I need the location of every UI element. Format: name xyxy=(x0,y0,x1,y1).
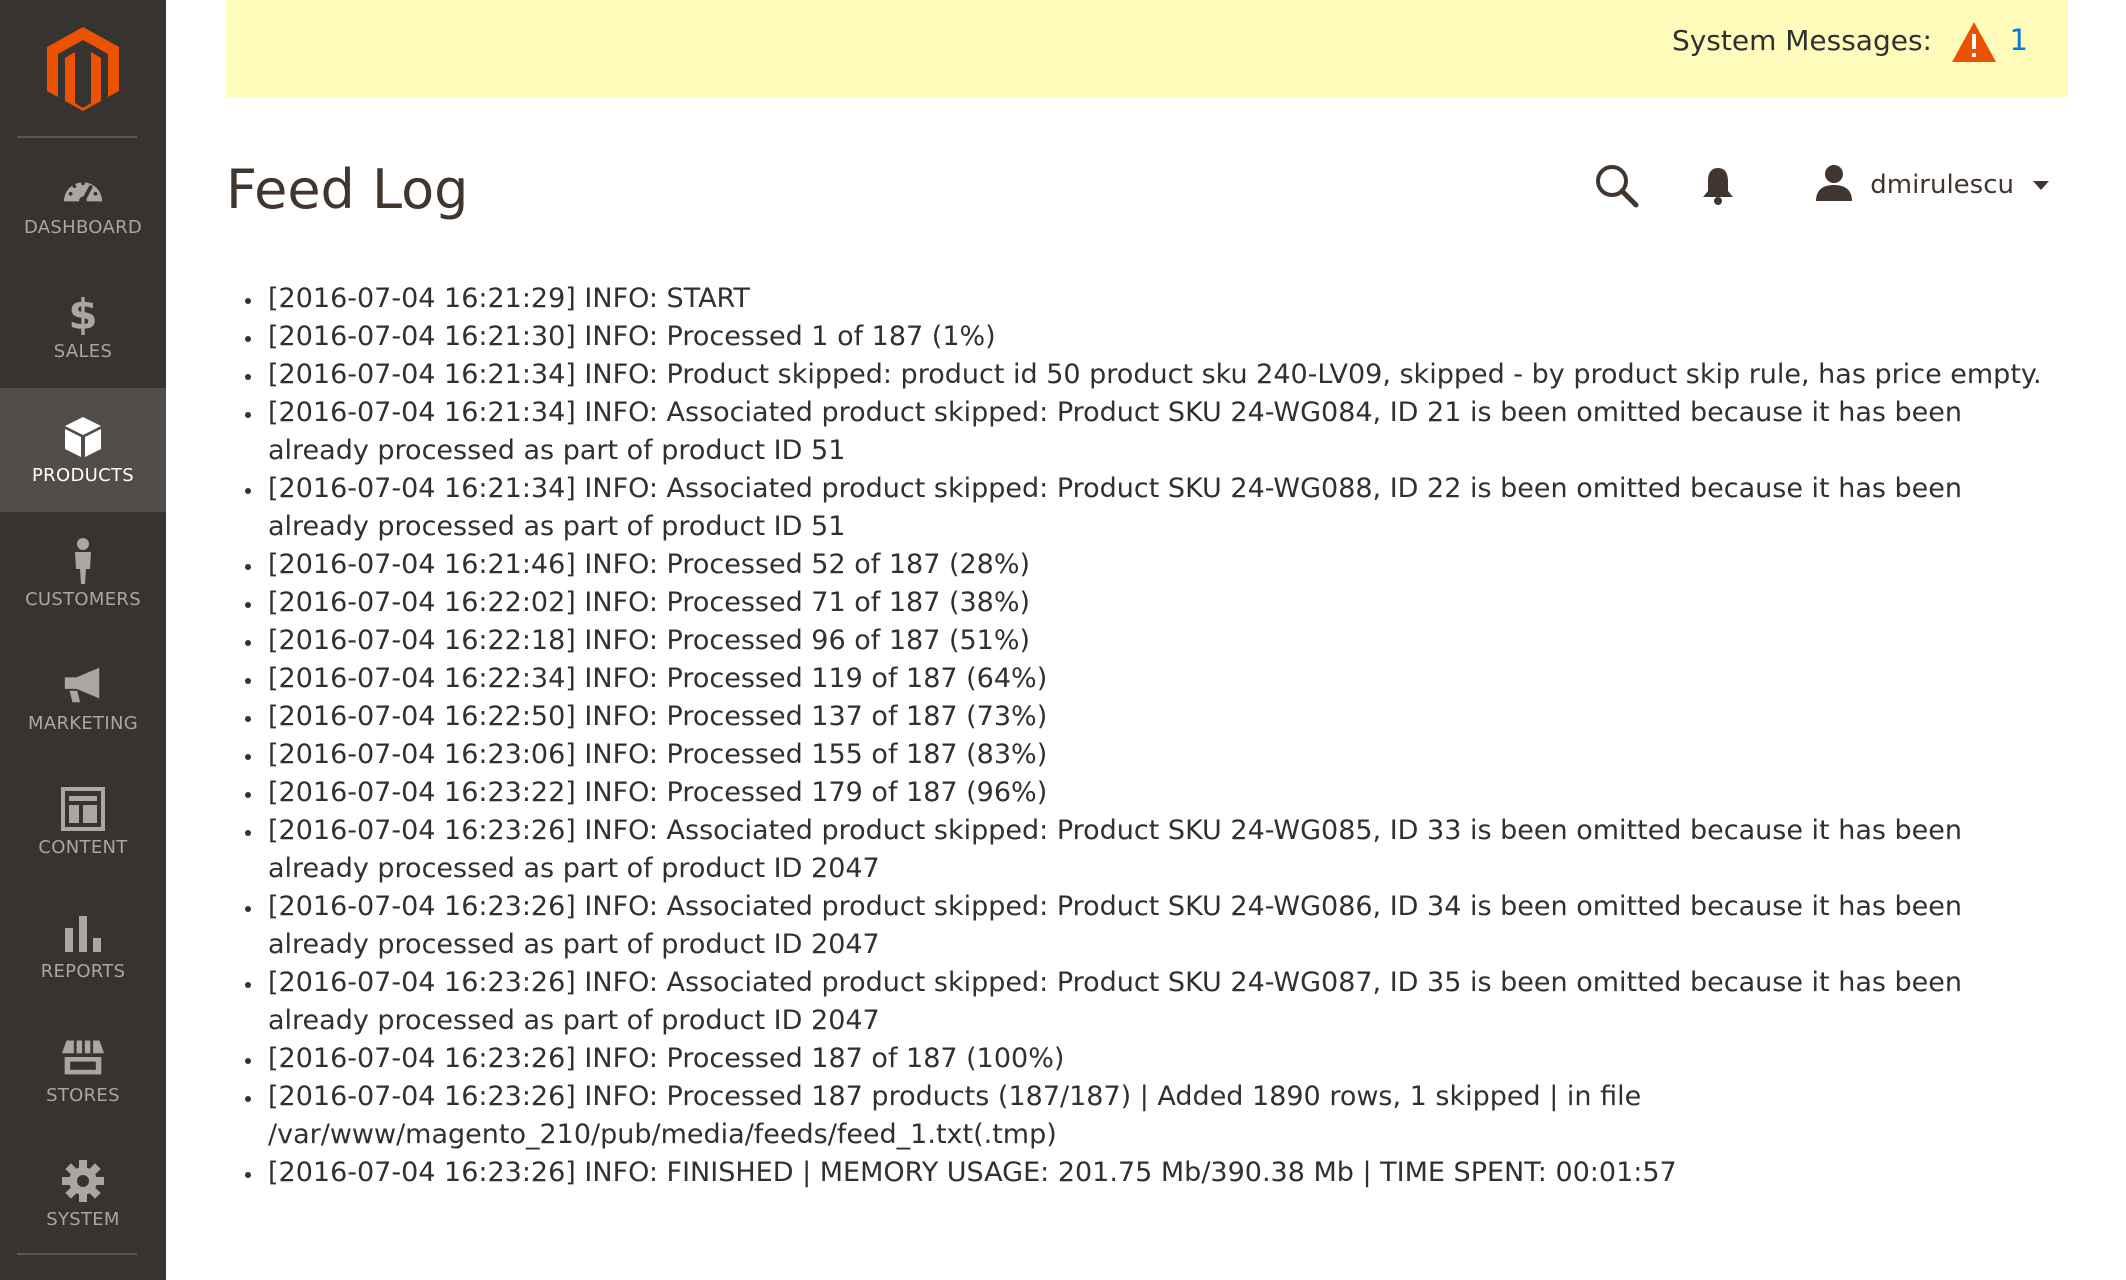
sidebar-item-sales[interactable]: $ SALES xyxy=(0,264,166,388)
log-entry: [2016-07-04 16:23:26] INFO: Processed 18… xyxy=(264,1040,2044,1078)
sidebar-item-products[interactable]: PRODUCTS xyxy=(0,388,166,512)
sidebar-item-label: CUSTOMERS xyxy=(25,588,141,610)
system-messages-count[interactable]: 1 xyxy=(2010,23,2028,57)
chevron-down-icon xyxy=(2032,176,2050,195)
sidebar-divider xyxy=(17,1253,137,1255)
log-entry: [2016-07-04 16:22:18] INFO: Processed 96… xyxy=(264,622,2044,660)
log-entry: [2016-07-04 16:21:46] INFO: Processed 52… xyxy=(264,546,2044,584)
megaphone-icon xyxy=(61,663,105,707)
sidebar-item-label: MARKETING xyxy=(28,712,138,734)
log-entry: [2016-07-04 16:21:34] INFO: Associated p… xyxy=(264,394,2044,470)
log-entry: [2016-07-04 16:23:26] INFO: Associated p… xyxy=(264,812,2044,888)
magento-logo-icon xyxy=(47,26,119,111)
sidebar-item-reports[interactable]: REPORTS xyxy=(0,884,166,1008)
user-icon xyxy=(1814,163,1854,207)
admin-sidebar: DASHBOARD $ SALES PRODUCTS CUSTOMERS MAR… xyxy=(0,0,166,1280)
sidebar-item-system[interactable]: SYSTEM xyxy=(0,1132,166,1256)
log-entry: [2016-07-04 16:23:26] INFO: Associated p… xyxy=(264,888,2044,964)
page-title: Feed Log xyxy=(226,158,469,221)
log-entry: [2016-07-04 16:21:34] INFO: Product skip… xyxy=(264,356,2044,394)
sidebar-item-label: STORES xyxy=(46,1084,120,1106)
cube-icon xyxy=(61,415,105,459)
gear-icon xyxy=(61,1159,105,1203)
system-messages-label: System Messages: xyxy=(1671,24,1932,57)
search-icon[interactable] xyxy=(1590,159,1642,211)
storefront-icon xyxy=(61,1035,105,1079)
log-entry: [2016-07-04 16:21:29] INFO: START xyxy=(264,280,2044,318)
sidebar-item-content[interactable]: CONTENT xyxy=(0,760,166,884)
log-entry: [2016-07-04 16:23:22] INFO: Processed 17… xyxy=(264,774,2044,812)
magento-logo[interactable] xyxy=(0,0,166,137)
header-actions: dmirulescu xyxy=(1590,158,2050,212)
dollar-icon: $ xyxy=(61,291,105,335)
dashboard-icon xyxy=(61,167,105,211)
svg-text:$: $ xyxy=(68,291,97,335)
sidebar-item-label: CONTENT xyxy=(38,836,128,858)
sidebar-item-label: PRODUCTS xyxy=(32,464,134,486)
log-entry: [2016-07-04 16:23:26] INFO: FINISHED | M… xyxy=(264,1154,2044,1192)
log-entry: [2016-07-04 16:23:26] INFO: Associated p… xyxy=(264,964,2044,1040)
warning-icon[interactable] xyxy=(1950,20,1998,64)
log-entry: [2016-07-04 16:23:26] INFO: Processed 18… xyxy=(264,1078,2044,1154)
sidebar-item-stores[interactable]: STORES xyxy=(0,1008,166,1132)
sidebar-nav: DASHBOARD $ SALES PRODUCTS CUSTOMERS MAR… xyxy=(0,140,166,1256)
user-name: dmirulescu xyxy=(1870,170,2014,200)
person-icon xyxy=(61,537,105,584)
log-entry: [2016-07-04 16:23:06] INFO: Processed 15… xyxy=(264,736,2044,774)
layout-icon xyxy=(61,786,105,831)
log-entry: [2016-07-04 16:21:34] INFO: Associated p… xyxy=(264,470,2044,546)
sidebar-item-label: DASHBOARD xyxy=(23,216,143,238)
feed-log-list: [2016-07-04 16:21:29] INFO: START [2016-… xyxy=(226,280,2044,1192)
sidebar-item-label: SALES xyxy=(53,340,113,362)
bar-chart-icon xyxy=(61,911,105,955)
log-entry: [2016-07-04 16:22:34] INFO: Processed 11… xyxy=(264,660,2044,698)
sidebar-item-dashboard[interactable]: DASHBOARD xyxy=(0,140,166,264)
user-menu[interactable]: dmirulescu xyxy=(1814,163,2050,207)
sidebar-item-label: SYSTEM xyxy=(46,1208,120,1230)
log-entry: [2016-07-04 16:22:02] INFO: Processed 71… xyxy=(264,584,2044,622)
log-entry: [2016-07-04 16:21:30] INFO: Processed 1 … xyxy=(264,318,2044,356)
sidebar-item-label: REPORTS xyxy=(40,960,126,982)
sidebar-item-customers[interactable]: CUSTOMERS xyxy=(0,512,166,636)
system-messages-bar: System Messages: 1 xyxy=(226,0,2068,97)
sidebar-item-marketing[interactable]: MARKETING xyxy=(0,636,166,760)
bell-icon[interactable] xyxy=(1692,159,1744,211)
log-entry: [2016-07-04 16:22:50] INFO: Processed 13… xyxy=(264,698,2044,736)
sidebar-divider xyxy=(17,136,137,138)
